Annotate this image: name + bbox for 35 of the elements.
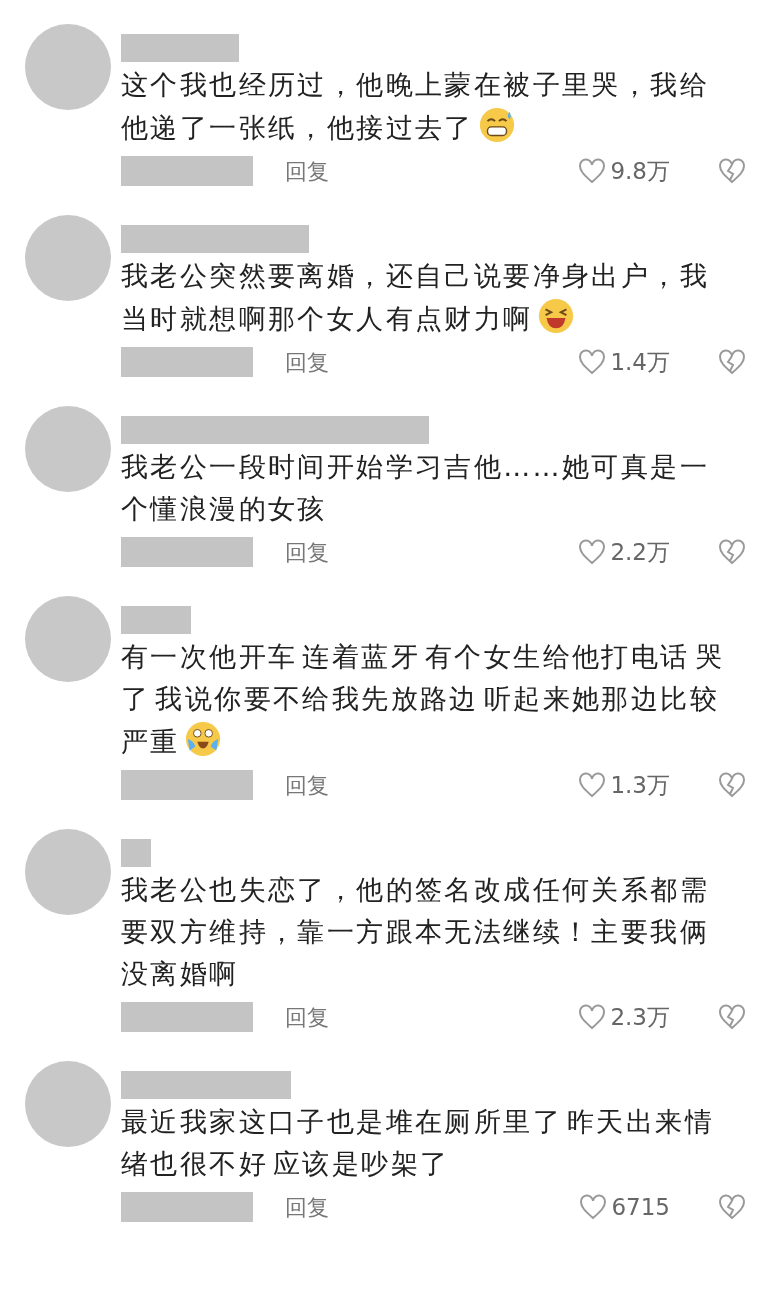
reply-link[interactable]: 回复 xyxy=(285,1190,329,1224)
like-count: 1.4万 xyxy=(610,347,670,377)
reply-link[interactable]: 回复 xyxy=(285,154,329,188)
like-count: 6715 xyxy=(611,1192,670,1222)
redaction-bar xyxy=(121,606,191,634)
emoji-icon xyxy=(536,297,575,335)
reply-link[interactable]: 回复 xyxy=(285,768,329,802)
comment-text: 我老公突然要离婚，还自己说要净身出户，我当时就想啊那个女人有点财力啊 xyxy=(121,259,710,337)
dislike-icon[interactable] xyxy=(718,539,746,565)
like-icon[interactable] xyxy=(578,772,607,798)
reply-link[interactable]: 回复 xyxy=(285,345,329,379)
comment-text: 我老公也失恋了，他的签名改成任何关系都需要双方维持，靠一方跟本无法继续！主要我俩没离婚啊 xyxy=(121,873,710,991)
like-icon[interactable] xyxy=(578,349,607,375)
redaction-bar xyxy=(121,839,151,867)
like-icon[interactable] xyxy=(579,1194,608,1220)
dislike-icon[interactable] xyxy=(718,158,746,184)
like-count: 1.3万 xyxy=(610,770,670,800)
comment-text: 我老公一段时间开始学习吉他……她可真是一个懂浪漫的女孩 xyxy=(121,450,710,526)
like-count: 9.8万 xyxy=(610,156,670,186)
emoji-icon xyxy=(477,106,516,144)
like-count: 2.3万 xyxy=(610,1002,670,1032)
like-count: 2.2万 xyxy=(610,537,670,567)
like-icon[interactable] xyxy=(578,539,607,565)
dislike-icon[interactable] xyxy=(718,1004,746,1030)
like-icon[interactable] xyxy=(578,1004,607,1030)
comment-text: 最近我家这口子也是堆在厕所里了 昨天出来情绪也很不好 应该是吵架了 xyxy=(121,1105,715,1181)
like-icon[interactable] xyxy=(578,158,607,184)
dislike-icon[interactable] xyxy=(718,1194,746,1220)
reply-link[interactable]: 回复 xyxy=(285,1000,329,1034)
dislike-icon[interactable] xyxy=(718,349,746,375)
emoji-icon xyxy=(183,720,222,758)
comment-text: 这个我也经历过，他晚上蒙在被子里哭，我给他递了一张纸，他接过去了 xyxy=(121,68,710,146)
dislike-icon[interactable] xyxy=(718,772,746,798)
comment-text: 有一次他开车 连着蓝牙 有个女生给他打电话 哭了 我说你要不给我先放路边 听起来她那边比较严重 xyxy=(121,640,724,760)
reply-link[interactable]: 回复 xyxy=(285,535,329,569)
